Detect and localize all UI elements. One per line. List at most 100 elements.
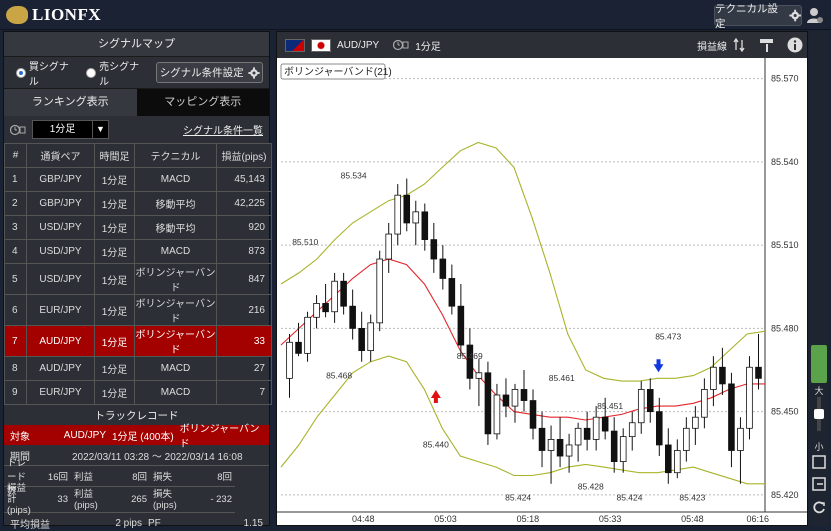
- avg-label: 平均損益: [10, 519, 50, 531]
- view-tabs: ランキング表示 マッピング表示: [4, 89, 269, 116]
- total-pips-value: 33: [38, 487, 71, 513]
- top-bar: LIONFX テクニカル設定: [0, 0, 831, 30]
- candle-body: [755, 366, 762, 379]
- ranking-row[interactable]: 6 EUR/JPY 1分足 ボリンジャーバンド 216: [4, 294, 272, 326]
- header-pips[interactable]: 損益(pips): [216, 143, 272, 168]
- signal-type-row: 買シグナル 売シグナル シグナル条件設定: [4, 57, 269, 89]
- ranking-table: # 通貨ペア 時間足 テクニカル 損益(pips) 1 GBP/JPY 1分足 MAC…: [4, 143, 272, 405]
- sell-signal-arrow-icon[interactable]: [653, 359, 664, 373]
- technical-settings-label: テクニカル設定: [715, 2, 778, 30]
- sell-signal-label: 売シグナル: [99, 61, 140, 88]
- row-pips: 873: [216, 239, 272, 264]
- candle-body: [529, 400, 537, 429]
- ranking-header-row: # 通貨ペア 時間足 テクニカル 損益(pips): [4, 143, 272, 168]
- row-timeframe: 1分足: [94, 325, 135, 357]
- filter-row: 1分足 ▼ シグナル条件一覧: [4, 116, 269, 143]
- track-period-row: 期間 2022/03/11 03:28 ～ 2022/03/14 16:08: [4, 445, 269, 466]
- candle-body: [340, 280, 347, 307]
- candle-body: [502, 394, 510, 407]
- clock-link-icon: [393, 39, 409, 51]
- ranking-row[interactable]: 1 GBP/JPY 1分足 MACD 45,143: [4, 167, 272, 192]
- user-gear-icon[interactable]: [806, 6, 824, 24]
- candle-body: [547, 438, 555, 451]
- row-pips: 27: [216, 356, 272, 381]
- dropdown-arrow-icon[interactable]: ▼: [92, 121, 108, 138]
- header-pair[interactable]: 通貨ペア: [26, 143, 95, 168]
- ranking-row[interactable]: 2 GBP/JPY 1分足 移動平均 42,225: [4, 191, 272, 216]
- tab-ranking[interactable]: ランキング表示: [4, 89, 137, 116]
- condition-list-link[interactable]: シグナル条件一覧: [183, 122, 263, 137]
- ranking-row[interactable]: 9 EUR/JPY 1分足 MACD 7: [4, 380, 272, 405]
- row-pair: AUD/JPY: [26, 325, 95, 357]
- tab-mapping[interactable]: マッピング表示: [136, 89, 269, 116]
- candle-body: [322, 303, 329, 313]
- sell-signal-radio[interactable]: 売シグナル: [86, 58, 148, 88]
- chart-scroll-icon[interactable]: [811, 454, 827, 470]
- ranking-row[interactable]: 7 AUD/JPY 1分足 ボリンジャーバンド 33: [4, 325, 272, 357]
- row-timeframe: 1分足: [94, 356, 135, 381]
- candle-body: [692, 416, 699, 429]
- clock-link-icon: [10, 124, 26, 135]
- header-index: #: [4, 143, 27, 168]
- paint-roller-icon[interactable]: [759, 37, 775, 53]
- pnl-line-label[interactable]: 損益線: [697, 38, 727, 53]
- row-pair: USD/JPY: [26, 215, 95, 240]
- x-tick-label: 05:33: [599, 514, 622, 524]
- candle-body: [331, 280, 338, 313]
- x-tick-label: 05:18: [517, 514, 540, 524]
- ranking-row[interactable]: 5 USD/JPY 1分足 ボリンジャーバンド 847: [4, 263, 272, 295]
- candle-body: [710, 366, 717, 390]
- candle-body: [746, 366, 753, 429]
- chart-export-icon[interactable]: [811, 476, 827, 492]
- sell-radio-dot[interactable]: [86, 67, 97, 78]
- row-index: 1: [4, 167, 27, 192]
- chart-pair[interactable]: AUD/JPY: [337, 40, 379, 51]
- row-index: 4: [4, 239, 27, 264]
- pf-value: 1.15: [243, 517, 263, 529]
- ranking-row[interactable]: 8 AUD/JPY 1分足 MACD 27: [4, 356, 272, 381]
- candle-body: [304, 316, 311, 354]
- track-target-pair: AUD/JPY: [63, 429, 106, 441]
- buy-signal-radio[interactable]: 買シグナル: [16, 58, 78, 88]
- x-tick-label: 05:48: [681, 514, 704, 524]
- row-technical: 移動平均: [134, 191, 217, 216]
- ranking-row[interactable]: 3 USD/JPY 1分足 移動平均 920: [4, 215, 272, 240]
- light-toggle[interactable]: [811, 345, 827, 383]
- buy-radio-dot[interactable]: [16, 67, 26, 78]
- indicator-label: ボリンジャーバンド(21): [284, 66, 392, 78]
- total-pips-label: 損益計 (pips): [4, 483, 38, 516]
- timeframe-select[interactable]: 1分足 ▼: [32, 120, 109, 139]
- x-tick-label: 04:48: [352, 514, 375, 524]
- candle-body: [520, 389, 528, 401]
- signal-condition-settings-button[interactable]: シグナル条件設定: [156, 62, 263, 83]
- price-annotation: 85.451: [597, 401, 623, 411]
- signal-map-panel: シグナルマップ 買シグナル 売シグナル シグナル条件設定 ランキング表示 マッピ…: [3, 31, 272, 531]
- zoom-slider-handle[interactable]: [814, 409, 824, 419]
- buy-signal-arrow-icon[interactable]: [430, 390, 441, 403]
- pnl-line-toggle-icon[interactable]: [733, 38, 747, 52]
- row-pair: GBP/JPY: [26, 167, 95, 192]
- candlestick-chart[interactable]: 85.570 85.540 85.510 85.480 85.450 85.420 04:4…: [277, 58, 807, 525]
- row-timeframe: 1分足: [94, 191, 135, 216]
- price-annotation: 85.473: [655, 332, 681, 342]
- row-technical: ボリンジャーバンド: [134, 325, 217, 357]
- chart-timeframe[interactable]: 1分足: [415, 38, 441, 53]
- header-technical[interactable]: テクニカル: [134, 143, 217, 168]
- ranking-row[interactable]: 4 USD/JPY 1分足 MACD 873: [4, 239, 272, 264]
- refresh-icon[interactable]: [811, 500, 827, 516]
- price-annotation: 85.440: [423, 440, 449, 450]
- row-pair: AUD/JPY: [26, 356, 95, 381]
- technical-settings-button[interactable]: テクニカル設定: [714, 3, 802, 30]
- price-annotation: 85.428: [578, 481, 604, 491]
- lion-logo-icon: [6, 6, 28, 24]
- row-pair: USD/JPY: [26, 239, 95, 264]
- losses-value: 8回: [189, 466, 235, 487]
- candle-body: [493, 394, 501, 435]
- candle-body: [592, 416, 600, 440]
- trades-value: 16回: [38, 466, 71, 487]
- header-timeframe[interactable]: 時間足: [94, 143, 135, 168]
- y-tick-label: 85.420: [771, 490, 799, 500]
- info-icon[interactable]: [787, 37, 803, 53]
- aud-flag-icon: [285, 38, 305, 52]
- row-index: 2: [4, 191, 27, 216]
